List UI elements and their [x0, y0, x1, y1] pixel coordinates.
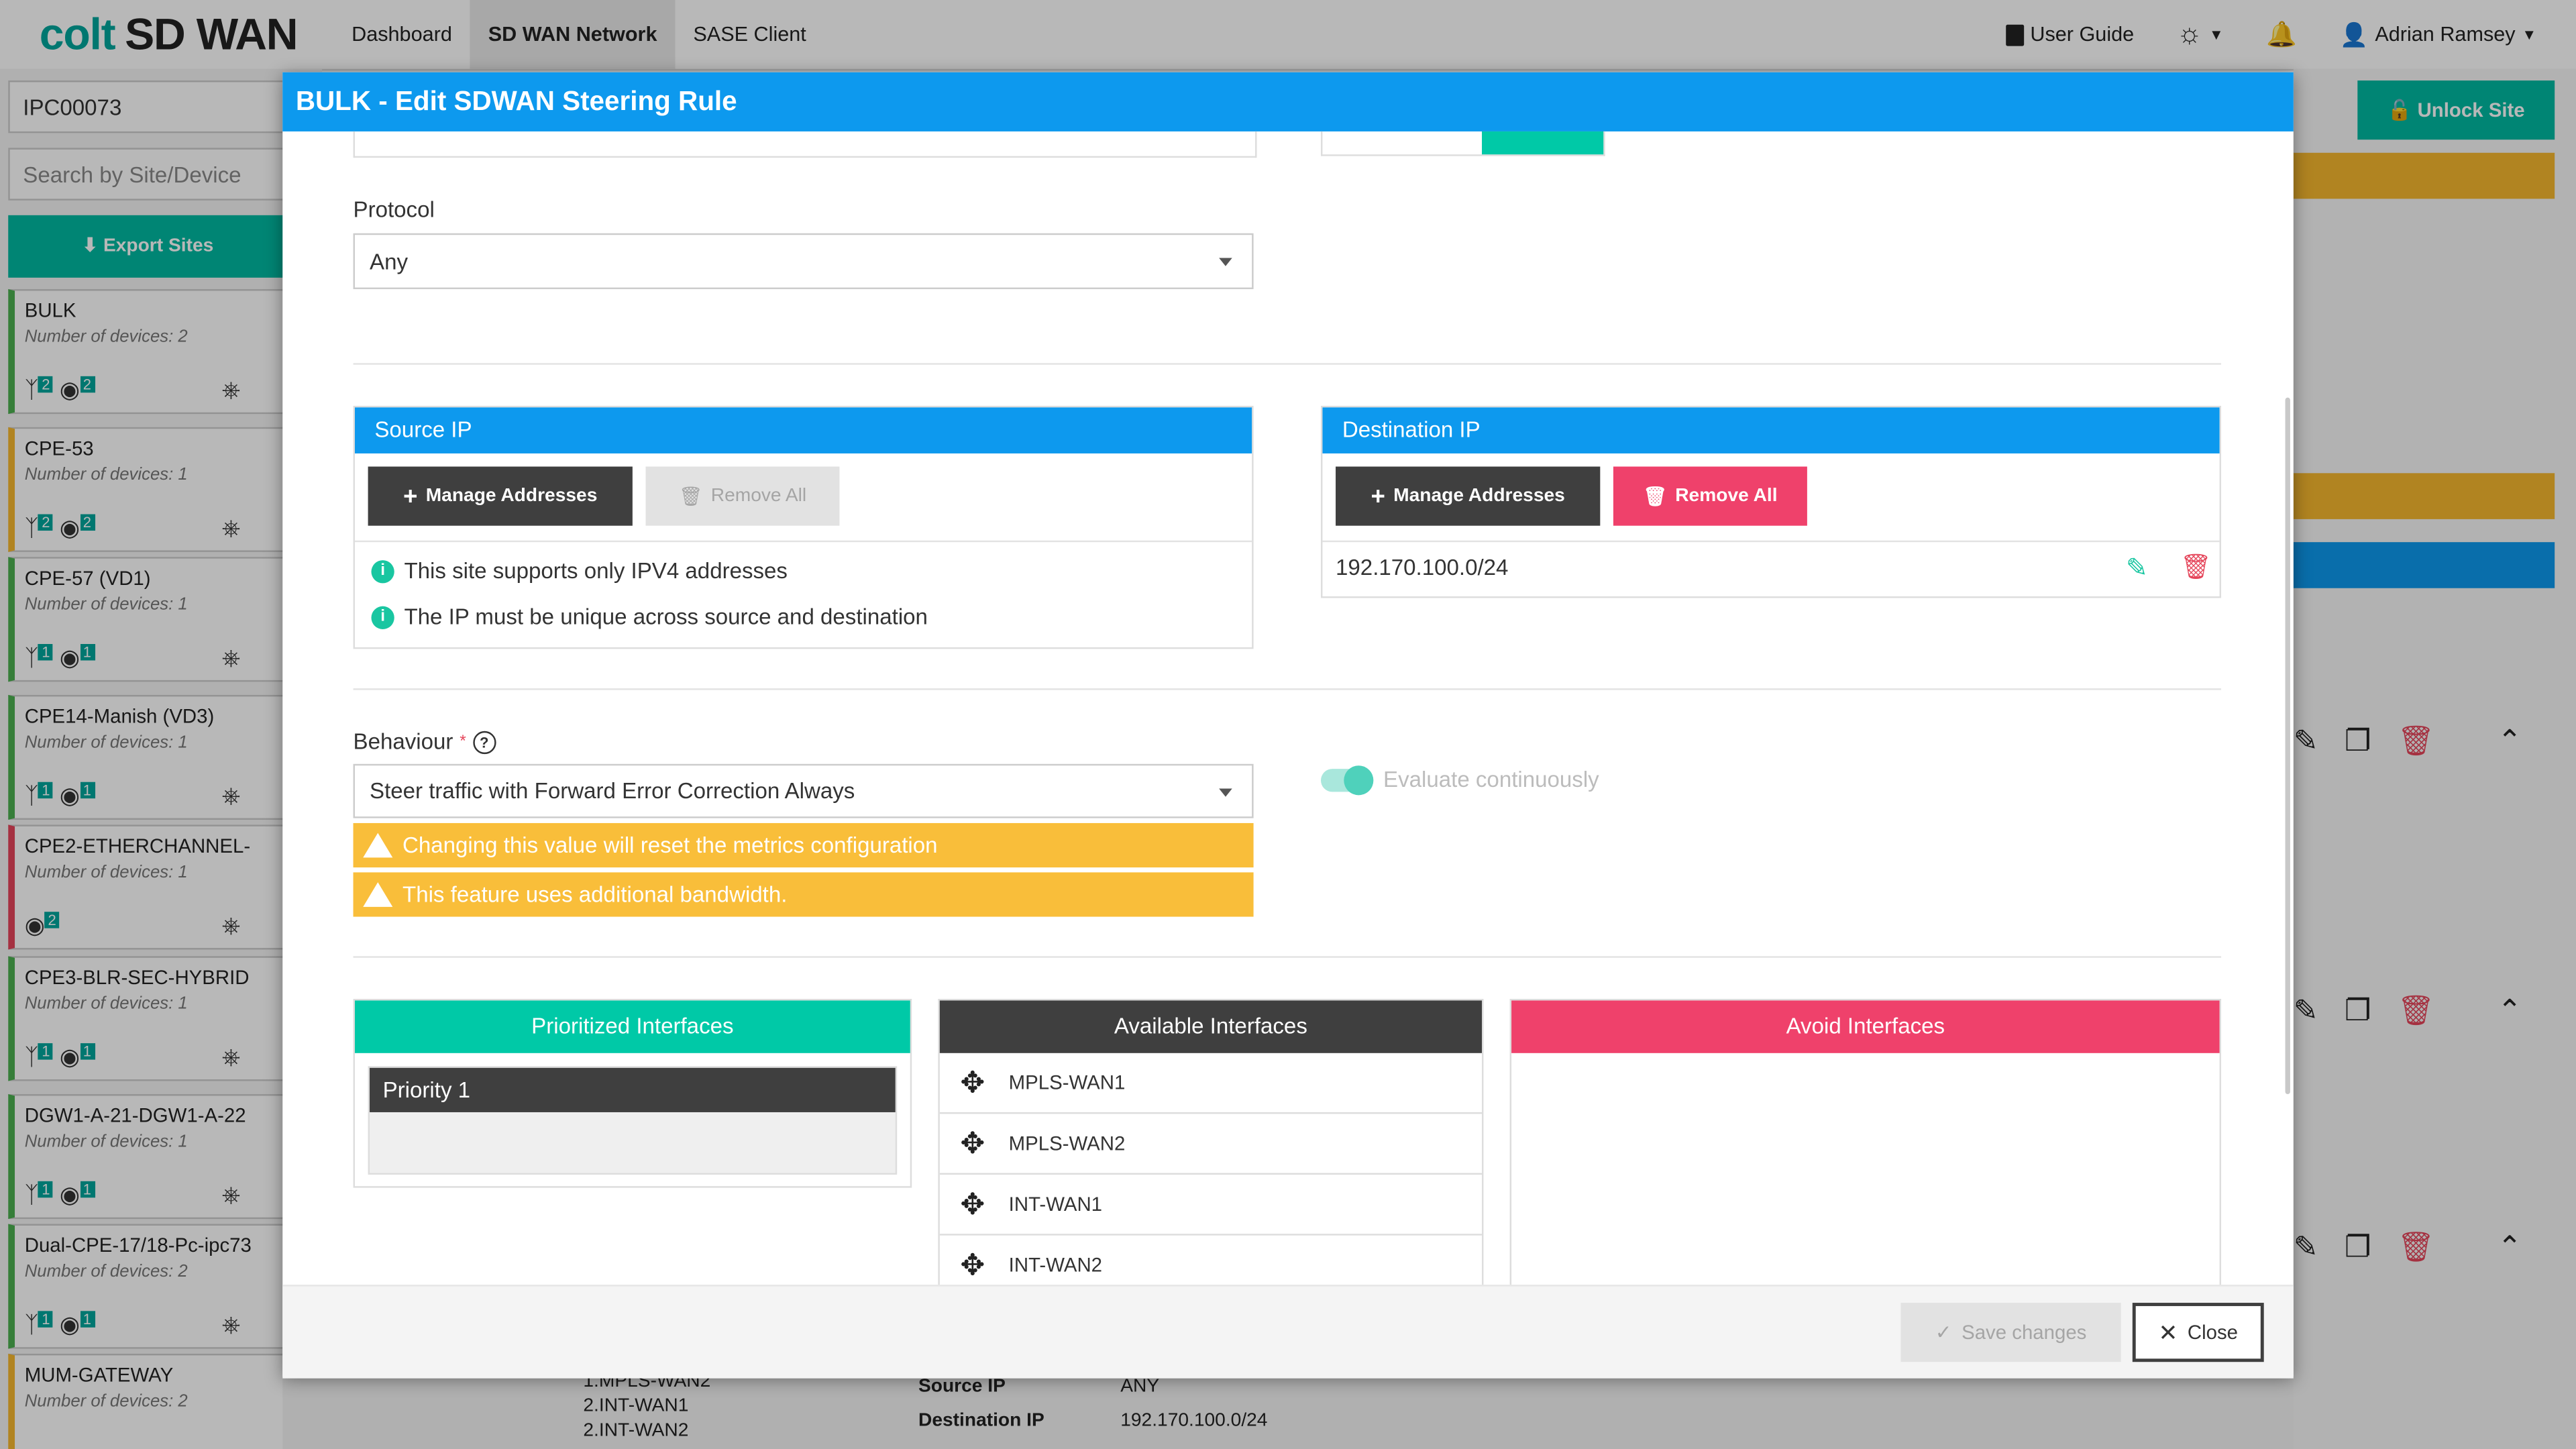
- info-icon: i: [371, 605, 394, 629]
- caret-down-icon: [1219, 258, 1232, 266]
- divider: [353, 688, 2222, 690]
- warning-icon: [363, 833, 393, 858]
- previous-field[interactable]: [353, 131, 1257, 158]
- caret-down-icon: [1219, 788, 1232, 796]
- required-marker: *: [460, 733, 466, 751]
- divider: [353, 956, 2222, 958]
- divider: [1322, 540, 2220, 543]
- interface-name: MPLS-WAN1: [1008, 1071, 1126, 1095]
- interface-name: INT-WAN1: [1008, 1192, 1103, 1216]
- plus-icon: +: [402, 482, 418, 511]
- divider: [353, 363, 2222, 365]
- interface-item[interactable]: ✥ INT-WAN1: [939, 1175, 1482, 1236]
- save-label: Save changes: [1962, 1320, 2087, 1344]
- prioritized-interfaces-title: Prioritized Interfaces: [354, 1000, 910, 1053]
- protocol-label: Protocol: [353, 197, 435, 222]
- warning-text: Changing this value will reset the metri…: [402, 833, 938, 858]
- prioritized-interfaces-panel: Prioritized Interfaces Priority 1: [353, 998, 912, 1188]
- evaluate-continuously-toggle[interactable]: Evaluate continuously: [1320, 765, 1599, 795]
- interface-item[interactable]: ✥ MPLS-WAN2: [939, 1114, 1482, 1175]
- info-icon: i: [371, 559, 394, 583]
- modal-title: BULK - Edit SDWAN Steering Rule: [295, 87, 737, 117]
- close-icon: ✕: [2158, 1318, 2178, 1345]
- source-ip-panel: Source IP + Manage Addresses 🗑 Remove All …: [353, 405, 1254, 649]
- manage-addresses-label: Manage Addresses: [425, 486, 598, 506]
- priority-label: Priority 1: [370, 1067, 896, 1112]
- modal-footer: ✓ Save changes ✕ Close: [282, 1285, 2294, 1379]
- move-icon[interactable]: ✥: [956, 1248, 989, 1282]
- source-manage-addresses-button[interactable]: + Manage Addresses: [368, 466, 633, 526]
- trash-icon: 🗑: [1643, 488, 1667, 508]
- save-changes-button[interactable]: ✓ Save changes: [1900, 1303, 2121, 1362]
- modal-body: Protocol Any Source IP + Manage Addresses…: [282, 131, 2294, 1285]
- protocol-tab[interactable]: [1481, 131, 1604, 155]
- interface-name: MPLS-WAN2: [1008, 1132, 1126, 1155]
- edit-address-icon[interactable]: ✎: [2126, 552, 2148, 585]
- warning-text: This feature uses additional bandwidth.: [402, 882, 788, 907]
- dest-manage-addresses-button[interactable]: + Manage Addresses: [1336, 466, 1601, 526]
- plus-icon: +: [1371, 482, 1385, 511]
- destination-ip-panel: Destination IP + Manage Addresses 🗑 Remove…: [1320, 405, 2222, 598]
- info-text: The IP must be unique across source and …: [404, 604, 928, 629]
- info-message: i The IP must be unique across source and…: [371, 604, 928, 629]
- info-message: i This site supports only IPV4 addresses: [371, 558, 788, 584]
- remove-all-label: Remove All: [1675, 486, 1778, 506]
- interface-name: INT-WAN2: [1008, 1253, 1103, 1277]
- remove-all-label: Remove All: [710, 486, 807, 506]
- trash-icon: 🗑: [678, 488, 703, 508]
- dest-remove-all-button[interactable]: 🗑 Remove All: [1613, 466, 1807, 526]
- source-remove-all-button[interactable]: 🗑 Remove All: [645, 466, 840, 526]
- source-ip-title: Source IP: [354, 407, 1252, 453]
- evaluate-label: Evaluate continuously: [1383, 767, 1599, 792]
- manage-addresses-label: Manage Addresses: [1393, 486, 1565, 506]
- close-button[interactable]: ✕ Close: [2132, 1303, 2264, 1362]
- avoid-interfaces-title: Avoid Interfaces: [1511, 1000, 2220, 1053]
- available-interfaces-title: Available Interfaces: [939, 1000, 1482, 1053]
- application-protocol-toggle[interactable]: [1320, 131, 1605, 156]
- divider: [354, 540, 1252, 543]
- priority-group[interactable]: Priority 1: [368, 1066, 898, 1175]
- move-icon[interactable]: ✥: [956, 1187, 989, 1221]
- move-icon[interactable]: ✥: [956, 1065, 989, 1099]
- info-text: This site supports only IPV4 addresses: [404, 558, 788, 584]
- edit-steering-rule-modal: BULK - Edit SDWAN Steering Rule Protocol…: [282, 72, 2294, 1379]
- behaviour-value: Steer traffic with Forward Error Correct…: [370, 778, 855, 804]
- close-label: Close: [2187, 1320, 2239, 1344]
- behaviour-select[interactable]: Steer traffic with Forward Error Correct…: [353, 763, 1254, 818]
- protocol-select[interactable]: Any: [353, 233, 1254, 290]
- check-icon: ✓: [1935, 1320, 1952, 1344]
- toggle-switch[interactable]: [1320, 765, 1374, 795]
- modal-scrollbar[interactable]: [2285, 397, 2290, 1095]
- delete-address-icon[interactable]: 🗑: [2180, 552, 2212, 582]
- protocol-value: Any: [370, 249, 409, 274]
- interface-item[interactable]: ✥ INT-WAN2: [940, 1236, 1482, 1285]
- destination-ip-title: Destination IP: [1322, 407, 2220, 453]
- interface-item[interactable]: ✥ MPLS-WAN1: [939, 1053, 1482, 1114]
- behaviour-label-text: Behaviour: [353, 729, 453, 755]
- avoid-interfaces-panel[interactable]: Avoid Interfaces: [1509, 998, 2222, 1285]
- warning-banner: This feature uses additional bandwidth.: [353, 872, 1254, 917]
- warning-icon: [363, 882, 393, 907]
- modal-header: BULK - Edit SDWAN Steering Rule: [282, 72, 2294, 131]
- destination-address: 192.170.100.0/24: [1336, 555, 1509, 580]
- help-icon[interactable]: ?: [472, 730, 496, 753]
- warning-banner: Changing this value will reset the metri…: [353, 822, 1254, 868]
- available-interfaces-panel: Available Interfaces ✥ MPLS-WAN1 ✥ MPLS-WA…: [938, 998, 1484, 1285]
- behaviour-label: Behaviour * ?: [354, 729, 496, 754]
- move-icon[interactable]: ✥: [956, 1126, 989, 1161]
